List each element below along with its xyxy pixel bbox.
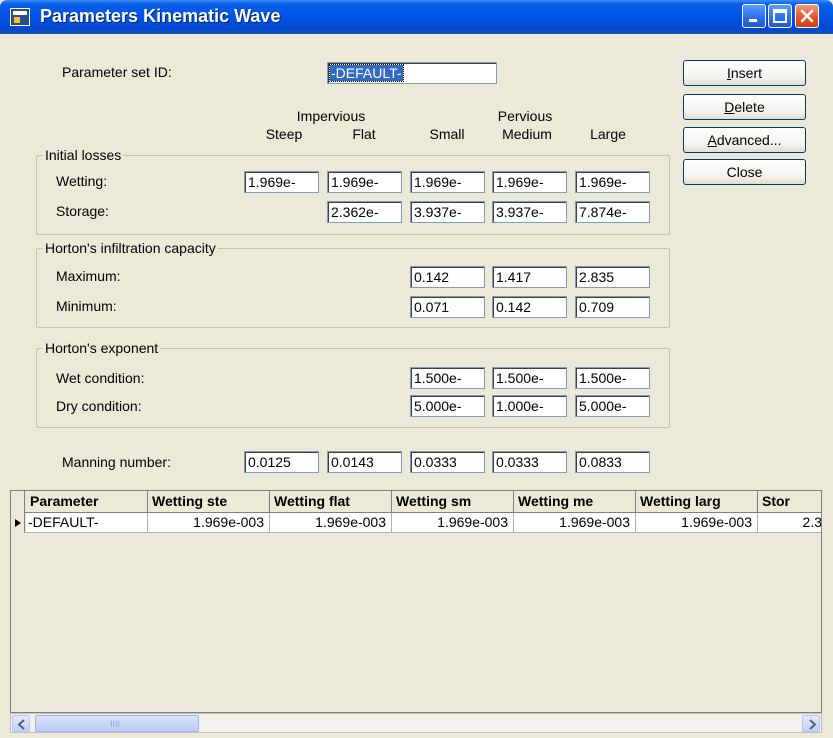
wetting-flat-input[interactable]: 1.969e-: [327, 171, 402, 193]
minimum-small-input[interactable]: 0.071: [410, 296, 485, 318]
col-header-parameter[interactable]: Parameter: [26, 491, 148, 513]
cell-wetting-large[interactable]: 1.969e-003: [636, 513, 758, 533]
wetting-large-input[interactable]: 1.969e-: [575, 171, 650, 193]
manning-steep-input[interactable]: 0.0125: [244, 451, 319, 473]
arrow-right-icon: [809, 719, 817, 730]
horton-capacity-title: Horton's infiltration capacity: [43, 240, 218, 256]
small-header: Small: [429, 126, 465, 142]
flat-header: Flat: [352, 126, 376, 142]
minimize-button[interactable]: [742, 4, 766, 28]
pervious-header: Pervious: [497, 108, 553, 124]
dry-medium-input[interactable]: 1.000e-: [492, 395, 567, 417]
wet-large-input[interactable]: 1.500e-: [575, 367, 650, 389]
close-icon: [800, 9, 814, 23]
maximize-button[interactable]: [768, 4, 792, 28]
col-header-wetting-flat[interactable]: Wetting flat: [270, 491, 392, 513]
wetting-steep-input[interactable]: 1.969e-: [244, 171, 319, 193]
row-indicator: [11, 513, 25, 533]
wetting-medium-input[interactable]: 1.969e-: [492, 171, 567, 193]
cell-wetting-steep[interactable]: 1.969e-003: [148, 513, 270, 533]
maximum-medium-input[interactable]: 1.417: [492, 266, 567, 288]
window-title: Parameters Kinematic Wave: [40, 6, 281, 26]
param-set-input[interactable]: -DEFAULT-: [327, 62, 497, 84]
param-set-value: -DEFAULT-: [329, 64, 404, 82]
parameters-grid[interactable]: Parameter Wetting ste Wetting flat Wetti…: [10, 490, 822, 713]
dry-condition-label: Dry condition:: [56, 398, 142, 414]
col-header-wetting-large[interactable]: Wetting larg: [636, 491, 758, 513]
cell-wetting-small[interactable]: 1.969e-003: [392, 513, 514, 533]
col-header-wetting-small[interactable]: Wetting sm: [392, 491, 514, 513]
maximize-icon: [773, 9, 787, 23]
medium-header: Medium: [502, 126, 552, 142]
cell-wetting-flat[interactable]: 1.969e-003: [270, 513, 392, 533]
storage-medium-input[interactable]: 3.937e-: [492, 201, 567, 223]
close-window-button[interactable]: [795, 4, 819, 28]
manning-large-input[interactable]: 0.0833: [575, 451, 650, 473]
cell-parameter[interactable]: -DEFAULT-: [26, 513, 148, 533]
scroll-thumb[interactable]: IIII: [35, 715, 199, 732]
manning-flat-input[interactable]: 0.0143: [327, 451, 402, 473]
horton-exponent-title: Horton's exponent: [43, 340, 161, 356]
advanced-button[interactable]: Advanced...: [683, 127, 806, 153]
title-bar[interactable]: Parameters Kinematic Wave: [0, 0, 833, 34]
manning-medium-input[interactable]: 0.0333: [492, 451, 567, 473]
scroll-grip: IIII: [110, 719, 121, 729]
manning-label: Manning number:: [62, 454, 171, 470]
maximum-large-input[interactable]: 2.835: [575, 266, 650, 288]
manning-small-input[interactable]: 0.0333: [410, 451, 485, 473]
cell-wetting-medium[interactable]: 1.969e-003: [514, 513, 636, 533]
col-header-wetting-steep[interactable]: Wetting ste: [148, 491, 270, 513]
wetting-label: Wetting:: [56, 173, 108, 189]
impervious-header: Impervious: [296, 108, 366, 124]
initial-losses-group: Initial losses: [36, 147, 670, 235]
table-row[interactable]: -DEFAULT- 1.969e-003 1.969e-003 1.969e-0…: [11, 513, 821, 533]
col-header-storage[interactable]: Stor: [758, 491, 821, 513]
storage-flat-input[interactable]: 2.362e-: [327, 201, 402, 223]
app-icon: [10, 8, 30, 26]
maximum-small-input[interactable]: 0.142: [410, 266, 485, 288]
scroll-right-button[interactable]: [802, 715, 820, 732]
close-button[interactable]: Close: [683, 159, 806, 185]
delete-button[interactable]: Delete: [683, 94, 806, 120]
parameters-window: Parameters Kinematic Wave Parameter set …: [0, 0, 833, 738]
dry-large-input[interactable]: 5.000e-: [575, 395, 650, 417]
wetting-small-input[interactable]: 1.969e-: [410, 171, 485, 193]
wet-small-input[interactable]: 1.500e-: [410, 367, 485, 389]
scroll-left-button[interactable]: [12, 715, 30, 732]
wet-medium-input[interactable]: 1.500e-: [492, 367, 567, 389]
maximum-label: Maximum:: [56, 268, 121, 284]
dry-small-input[interactable]: 5.000e-: [410, 395, 485, 417]
initial-losses-title: Initial losses: [43, 147, 124, 163]
steep-header: Steep: [265, 126, 303, 142]
arrow-left-icon: [17, 719, 25, 730]
minimize-icon: [749, 19, 757, 22]
grid-corner: [11, 491, 25, 513]
minimum-large-input[interactable]: 0.709: [575, 296, 650, 318]
col-header-wetting-medium[interactable]: Wetting me: [514, 491, 636, 513]
param-set-label: Parameter set ID:: [62, 64, 172, 80]
grid-header-row: Parameter Wetting ste Wetting flat Wetti…: [11, 491, 821, 513]
minimum-medium-input[interactable]: 0.142: [492, 296, 567, 318]
large-header: Large: [590, 126, 626, 142]
cell-storage[interactable]: 2.3: [758, 513, 821, 533]
storage-label: Storage:: [56, 203, 109, 219]
insert-button[interactable]: Insert: [683, 60, 806, 86]
minimum-label: Minimum:: [56, 298, 117, 314]
wet-condition-label: Wet condition:: [56, 370, 145, 386]
current-row-arrow-icon: [15, 519, 21, 527]
storage-small-input[interactable]: 3.937e-: [410, 201, 485, 223]
horizontal-scrollbar[interactable]: IIII: [10, 713, 822, 733]
storage-large-input[interactable]: 7.874e-: [575, 201, 650, 223]
